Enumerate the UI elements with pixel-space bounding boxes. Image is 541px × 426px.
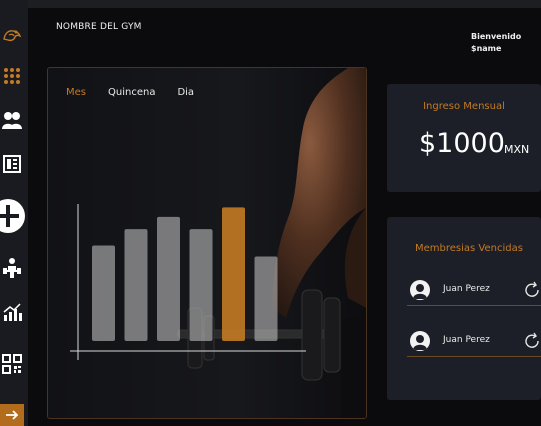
add-circle-icon[interactable] <box>0 196 26 236</box>
income-amount: $1000 <box>419 128 505 159</box>
avatar <box>410 331 430 351</box>
renew-icon[interactable] <box>523 281 541 299</box>
member-row[interactable]: Juan Perez <box>407 325 541 357</box>
chart-bar-3[interactable] <box>157 216 180 341</box>
welcome-text: Bienvenido $name <box>471 31 521 55</box>
income-chart-card: Mes Quincena Dia <box>47 67 367 419</box>
sidebar <box>0 0 28 426</box>
logo-icon[interactable] <box>0 24 24 48</box>
expired-memberships-card: Membresias Vencidas Juan Perez Juan Pere… <box>387 217 541 400</box>
qr-code-icon[interactable] <box>0 352 24 376</box>
logout-icon[interactable] <box>0 404 24 426</box>
bar-chart <box>70 204 306 360</box>
chart-bar-1[interactable] <box>92 245 115 341</box>
chart-bar-2[interactable] <box>124 229 148 341</box>
member-name: Juan Perez <box>443 284 490 294</box>
dots-grid-icon[interactable] <box>0 64 24 88</box>
income-title: Ingreso Mensual <box>423 101 505 112</box>
top-bar <box>28 0 541 8</box>
chart-bar-5[interactable] <box>222 207 245 341</box>
avatar <box>410 280 430 300</box>
row-divider <box>407 356 541 357</box>
users-icon[interactable] <box>0 108 24 132</box>
catalog-icon[interactable] <box>0 152 24 176</box>
renew-icon[interactable] <box>523 332 541 350</box>
income-currency: MXN <box>504 143 530 156</box>
user-name: $name <box>471 44 502 53</box>
chart-bar-4[interactable] <box>189 229 213 341</box>
memberships-title: Membresias Vencidas <box>415 243 523 254</box>
row-divider <box>407 305 541 306</box>
member-name: Juan Perez <box>443 335 490 345</box>
income-card: Ingreso Mensual $1000 MXN <box>387 84 541 192</box>
welcome-label: Bienvenido <box>471 32 522 41</box>
stats-icon[interactable] <box>0 300 24 324</box>
person-weights-icon[interactable] <box>0 256 24 280</box>
chart-bar-6[interactable] <box>254 256 278 341</box>
gym-name: NOMBRE DEL GYM <box>56 22 142 32</box>
member-row[interactable]: Juan Perez <box>407 274 541 306</box>
